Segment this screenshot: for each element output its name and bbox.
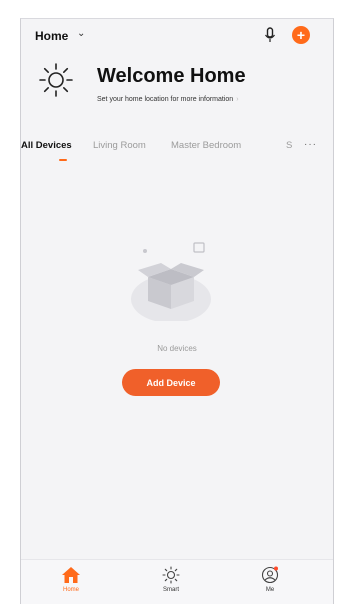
- chevron-right-icon: ›: [236, 96, 239, 103]
- active-tab-indicator: [59, 159, 67, 161]
- empty-box-icon: [131, 242, 211, 321]
- profile-icon: [261, 566, 279, 584]
- location-prompt: Set your home location for more informat…: [97, 96, 234, 103]
- nav-smart-label: Smart: [162, 587, 179, 593]
- tab-all-devices[interactable]: All Devices: [21, 140, 72, 151]
- tab-partial[interactable]: S: [286, 140, 292, 151]
- add-device-button[interactable]: Add Device: [122, 369, 220, 396]
- app-screen: Home ⌄ + Welcome Home Set your home loca…: [20, 18, 334, 604]
- tab-living-room[interactable]: Living Room: [93, 140, 146, 151]
- room-tabs: All Devices Living Room Master Bedroom S…: [21, 137, 333, 163]
- welcome-subtitle[interactable]: Set your home location for more informat…: [97, 96, 239, 103]
- welcome-title: Welcome Home: [97, 65, 246, 87]
- sun-icon: [162, 566, 180, 584]
- nav-me[interactable]: Me: [245, 566, 295, 593]
- nav-smart[interactable]: Smart: [146, 566, 196, 593]
- plus-circle-icon[interactable]: +: [292, 26, 310, 44]
- nav-home[interactable]: Home: [46, 566, 96, 593]
- home-selector-label[interactable]: Home: [35, 29, 68, 43]
- chevron-down-icon[interactable]: ⌄: [77, 28, 85, 39]
- microphone-icon[interactable]: [263, 27, 277, 43]
- more-tabs-icon[interactable]: ···: [304, 139, 317, 150]
- nav-home-label: Home: [62, 587, 79, 593]
- bottom-nav: Home Smart Me: [21, 559, 333, 604]
- tab-master-bedroom[interactable]: Master Bedroom: [171, 140, 241, 151]
- empty-state-message: No devices: [157, 344, 197, 353]
- welcome-banner[interactable]: Welcome Home Set your home location for …: [21, 53, 333, 117]
- nav-me-label: Me: [265, 587, 275, 593]
- home-icon: [62, 567, 80, 583]
- sun-icon: [39, 63, 73, 97]
- top-bar: Home ⌄ +: [21, 19, 333, 53]
